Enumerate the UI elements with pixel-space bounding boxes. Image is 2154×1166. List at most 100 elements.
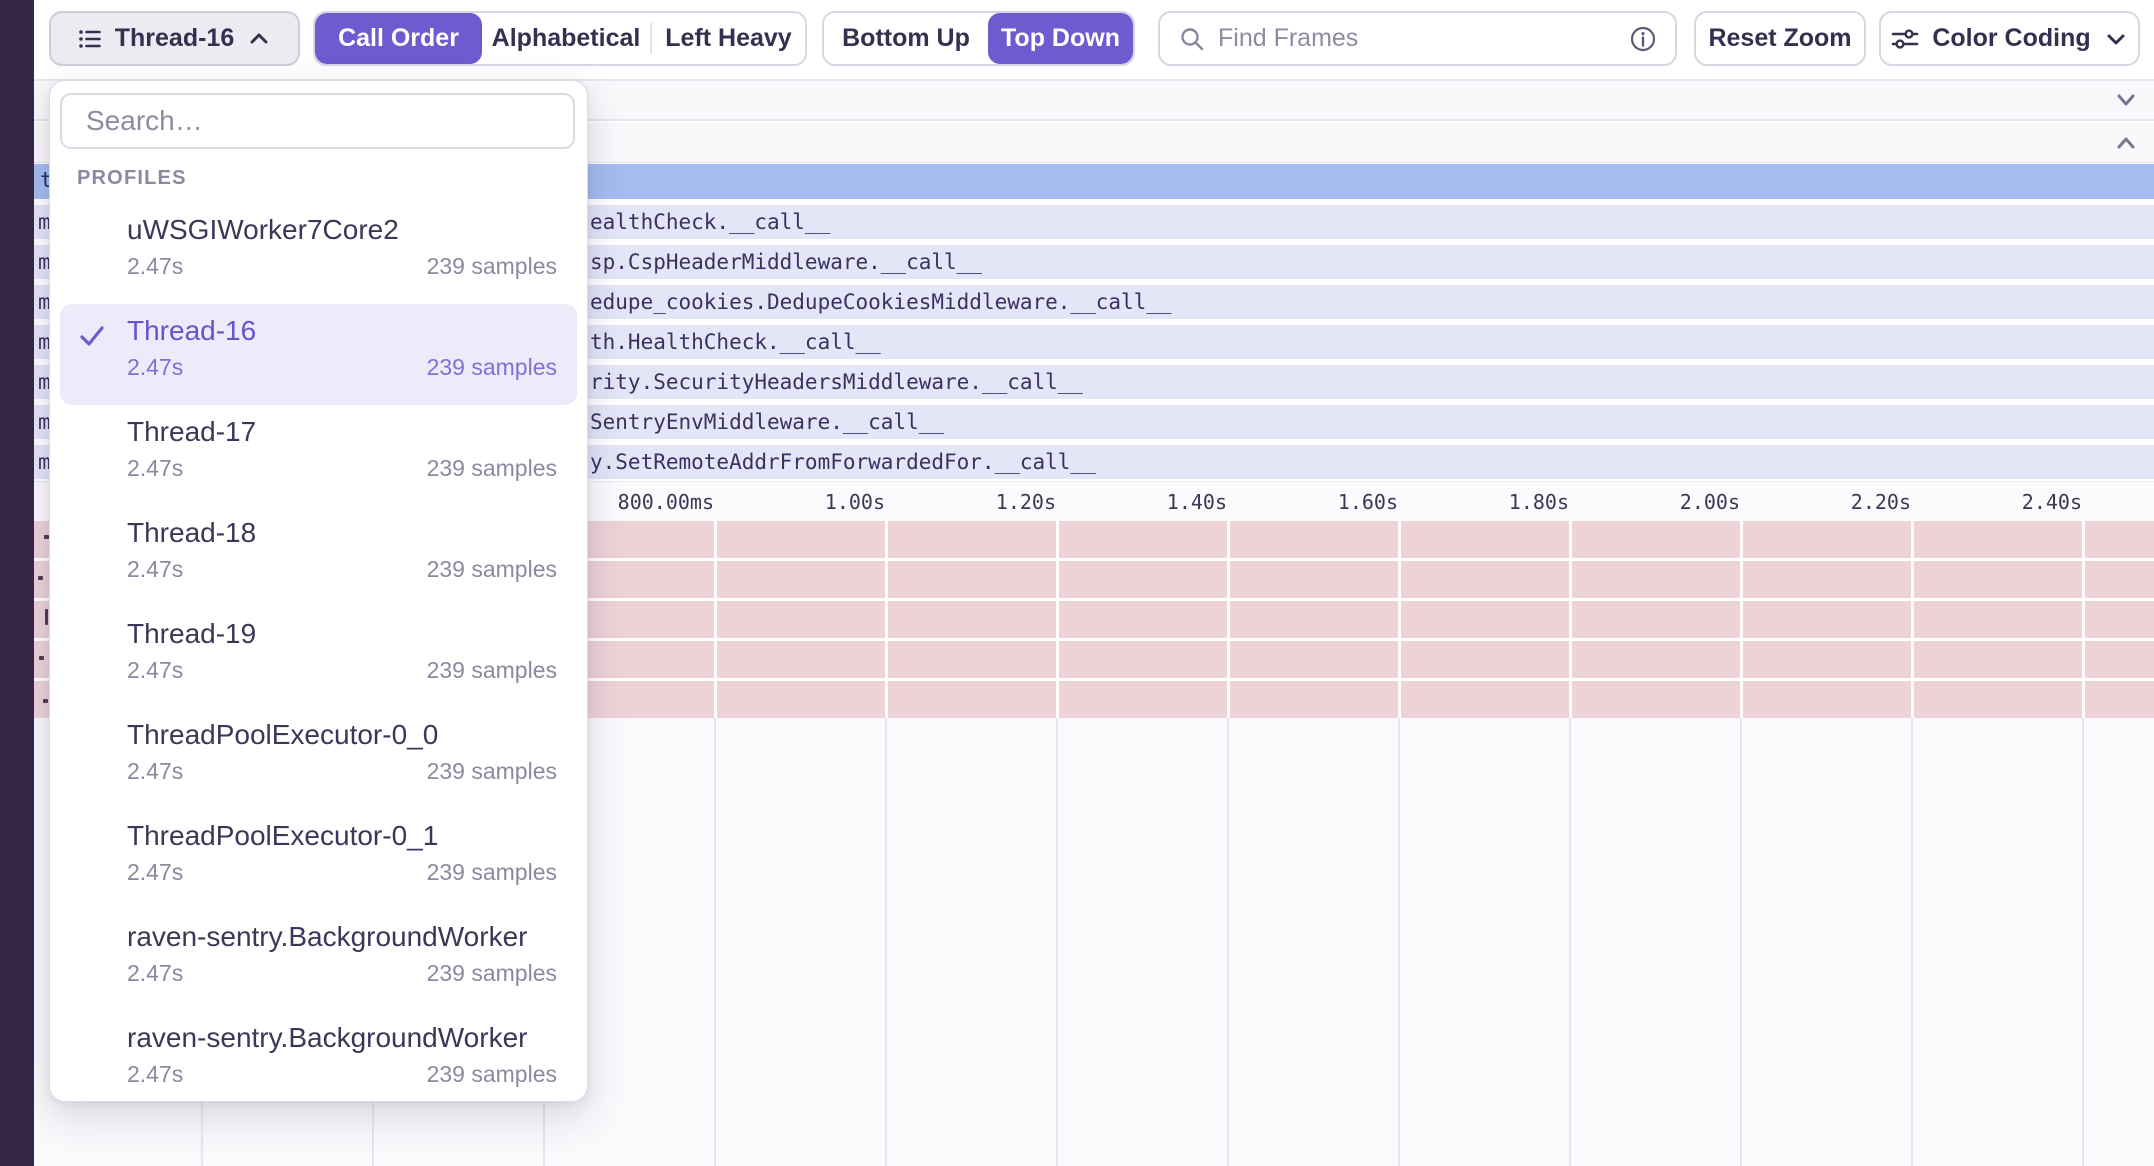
search-icon — [1178, 25, 1206, 53]
time-gridline — [1056, 521, 1059, 718]
time-gridline — [1227, 521, 1230, 718]
time-axis-tick-label: 1.20s — [904, 490, 1056, 514]
profile-meta: 2.47s 239 samples — [127, 656, 557, 685]
profile-meta: 2.47s 239 samples — [127, 959, 557, 988]
time-gridline — [1398, 521, 1401, 718]
profile-sample-count: 239 samples — [427, 858, 557, 887]
color-coding-button[interactable]: Color Coding — [1879, 11, 2140, 66]
time-gridline — [1056, 718, 1058, 1166]
profile-option[interactable]: ThreadPoolExecutor-0_0 2.47s 239 samples — [60, 708, 577, 809]
profile-duration: 2.47s — [127, 757, 183, 786]
profile-duration: 2.47s — [127, 555, 183, 584]
time-gridline — [1740, 718, 1742, 1166]
time-gridline — [1911, 718, 1913, 1166]
profile-meta: 2.47s 239 samples — [127, 353, 557, 382]
checkmark-icon — [76, 320, 108, 352]
profiler-app: t m ealthCheck.__call__ m sp.CspHeaderMi… — [0, 0, 2154, 1166]
profile-dropdown: PROFILES uWSGIWorker7Core2 2.47s 239 sam… — [49, 80, 588, 1102]
direction-bottom-up-tab[interactable]: Bottom Up — [824, 13, 988, 64]
profile-name: ThreadPoolExecutor-0_0 — [127, 718, 557, 752]
direction-segmented-control: Bottom Up Top Down — [822, 11, 1135, 66]
profile-duration: 2.47s — [127, 959, 183, 988]
profile-meta: 2.47s 239 samples — [127, 1060, 557, 1089]
time-gridline — [885, 718, 887, 1166]
time-axis-tick-label: 2.20s — [1759, 490, 1911, 514]
flame-frame-left-fragment — [45, 609, 48, 625]
chevron-up-icon — [2112, 129, 2140, 157]
sort-call-order-tab[interactable]: Call Order — [315, 13, 482, 64]
profile-duration: 2.47s — [127, 1060, 183, 1089]
profile-sample-count: 239 samples — [427, 1060, 557, 1089]
profile-search — [60, 93, 575, 149]
collapse-panel-button[interactable] — [2112, 129, 2140, 157]
time-axis-tick-label: 1.40s — [1075, 490, 1227, 514]
time-gridline — [2082, 718, 2084, 1166]
time-gridline — [2082, 521, 2085, 718]
direction-top-down-tab[interactable]: Top Down — [988, 13, 1133, 64]
profile-option[interactable]: uWSGIWorker7Core2 2.47s 239 samples — [60, 203, 577, 304]
profile-option[interactable]: raven-sentry.BackgroundWorker 2.47s 239 … — [60, 910, 577, 1011]
thread-selector-button[interactable]: Thread-16 — [49, 11, 300, 66]
profile-name: Thread-19 — [127, 617, 557, 651]
toolbar: Thread-16 Call Order Alphabetical Left H… — [0, 0, 2154, 81]
profile-search-input[interactable] — [62, 105, 573, 137]
find-frames-input[interactable] — [1218, 24, 1617, 53]
flame-frame-label: edupe_cookies.DedupeCookiesMiddleware.__… — [590, 290, 1172, 314]
profile-meta: 2.47s 239 samples — [127, 757, 557, 786]
profile-sample-count: 239 samples — [427, 353, 557, 382]
profiles-list: uWSGIWorker7Core2 2.47s 239 samples Thre… — [60, 203, 577, 1102]
profile-duration: 2.47s — [127, 353, 183, 382]
profile-name: Thread-18 — [127, 516, 557, 550]
profile-sample-count: 239 samples — [427, 757, 557, 786]
color-coding-label: Color Coding — [1932, 24, 2090, 53]
flame-frame-left-fragment — [39, 656, 44, 660]
profile-name: ThreadPoolExecutor-0_1 — [127, 819, 557, 853]
profile-sample-count: 239 samples — [427, 454, 557, 483]
time-axis-tick-label: 2.40s — [1930, 490, 2082, 514]
app-sidebar-strip — [0, 0, 34, 1166]
profile-option[interactable]: Thread-17 2.47s 239 samples — [60, 405, 577, 506]
profile-duration: 2.47s — [127, 858, 183, 887]
profiles-section-label: PROFILES — [77, 167, 187, 190]
reset-zoom-button[interactable]: Reset Zoom — [1694, 11, 1866, 66]
sort-segmented-control: Call Order Alphabetical Left Heavy — [313, 11, 807, 66]
chevron-down-icon — [2103, 26, 2129, 52]
info-icon[interactable] — [1629, 25, 1657, 53]
sort-alphabetical-tab[interactable]: Alphabetical — [482, 13, 650, 64]
expand-panel-button[interactable] — [2112, 86, 2140, 114]
profile-option[interactable]: Thread-16 2.47s 239 samples — [60, 304, 577, 405]
profile-option[interactable]: raven-sentry.BackgroundWorker 2.47s 239 … — [60, 1011, 577, 1102]
flame-frame-label: th.HealthCheck.__call__ — [590, 330, 881, 354]
time-gridline — [1569, 521, 1572, 718]
time-axis-tick-label: 1.60s — [1246, 490, 1398, 514]
profile-option[interactable]: ThreadPoolExecutor-0_1 2.47s 239 samples — [60, 809, 577, 910]
chevron-up-icon — [246, 26, 272, 52]
sliders-icon — [1890, 24, 1920, 54]
profile-option[interactable]: Thread-19 2.47s 239 samples — [60, 607, 577, 708]
flame-frame-label: SentryEnvMiddleware.__call__ — [590, 410, 944, 434]
reset-zoom-label: Reset Zoom — [1708, 24, 1851, 53]
profile-duration: 2.47s — [127, 656, 183, 685]
profile-duration: 2.47s — [127, 252, 183, 281]
time-axis-tick-label: 1.00s — [733, 490, 885, 514]
time-gridline — [1740, 521, 1743, 718]
profile-meta: 2.47s 239 samples — [127, 858, 557, 887]
flame-frame-label: ealthCheck.__call__ — [590, 210, 830, 234]
profile-sample-count: 239 samples — [427, 959, 557, 988]
thread-selector-label: Thread-16 — [115, 24, 234, 53]
profile-sample-count: 239 samples — [427, 555, 557, 584]
profile-name: raven-sentry.BackgroundWorker — [127, 1021, 557, 1055]
sort-left-heavy-tab[interactable]: Left Heavy — [652, 13, 805, 64]
profile-name: Thread-16 — [127, 314, 557, 348]
profile-option[interactable]: Thread-18 2.47s 239 samples — [60, 506, 577, 607]
flame-frame-left-fragment — [38, 576, 43, 580]
profile-duration: 2.47s — [127, 454, 183, 483]
time-gridline — [885, 521, 888, 718]
time-axis-tick-label: 2.00s — [1588, 490, 1740, 514]
profile-sample-count: 239 samples — [427, 656, 557, 685]
profile-meta: 2.47s 239 samples — [127, 252, 557, 281]
time-gridline — [714, 521, 717, 718]
list-icon — [77, 26, 103, 52]
time-gridline — [1911, 521, 1914, 718]
profile-name: uWSGIWorker7Core2 — [127, 213, 557, 247]
